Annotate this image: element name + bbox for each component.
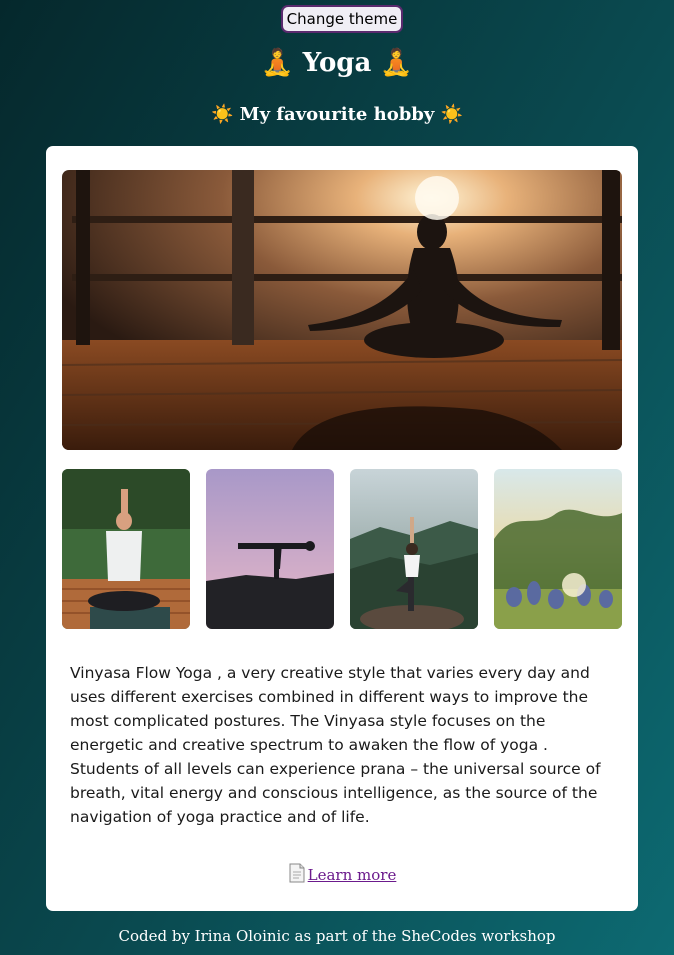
title-text: Yoga: [302, 48, 372, 78]
learn-more-link[interactable]: Learn more: [288, 863, 397, 887]
thumbnail-photo-balance-pose: [206, 469, 334, 629]
page-subtitle: ☀️ My favourite hobby ☀️: [0, 104, 674, 125]
description-paragraph: Vinyasa Flow Yoga , a very creative styl…: [70, 664, 601, 826]
sun-emoji-icon: ☀️: [210, 104, 234, 125]
thumbnail-photo-group-class: [494, 469, 622, 629]
learn-more-row: Learn more: [46, 863, 638, 887]
content-card: Vinyasa Flow Yoga , a very creative styl…: [46, 146, 638, 911]
subtitle-text: My favourite hobby: [239, 104, 435, 125]
thumbnail-photo-tree-pose: [350, 469, 478, 629]
meditation-emoji-icon: 🧘: [261, 48, 294, 78]
learn-more-label[interactable]: Learn more: [308, 866, 397, 884]
meditation-emoji-icon: 🧘: [380, 48, 413, 78]
hero-photo-meditation: [62, 170, 622, 450]
thumbnail-photo-seated-pose: [62, 469, 190, 629]
document-icon: [288, 863, 306, 887]
sun-emoji-icon: ☀️: [440, 104, 464, 125]
footer-credit: Coded by Irina Oloinic as part of the Sh…: [118, 927, 556, 945]
page-title: 🧘 Yoga 🧘: [0, 48, 674, 78]
change-theme-button[interactable]: Change theme: [281, 5, 403, 33]
